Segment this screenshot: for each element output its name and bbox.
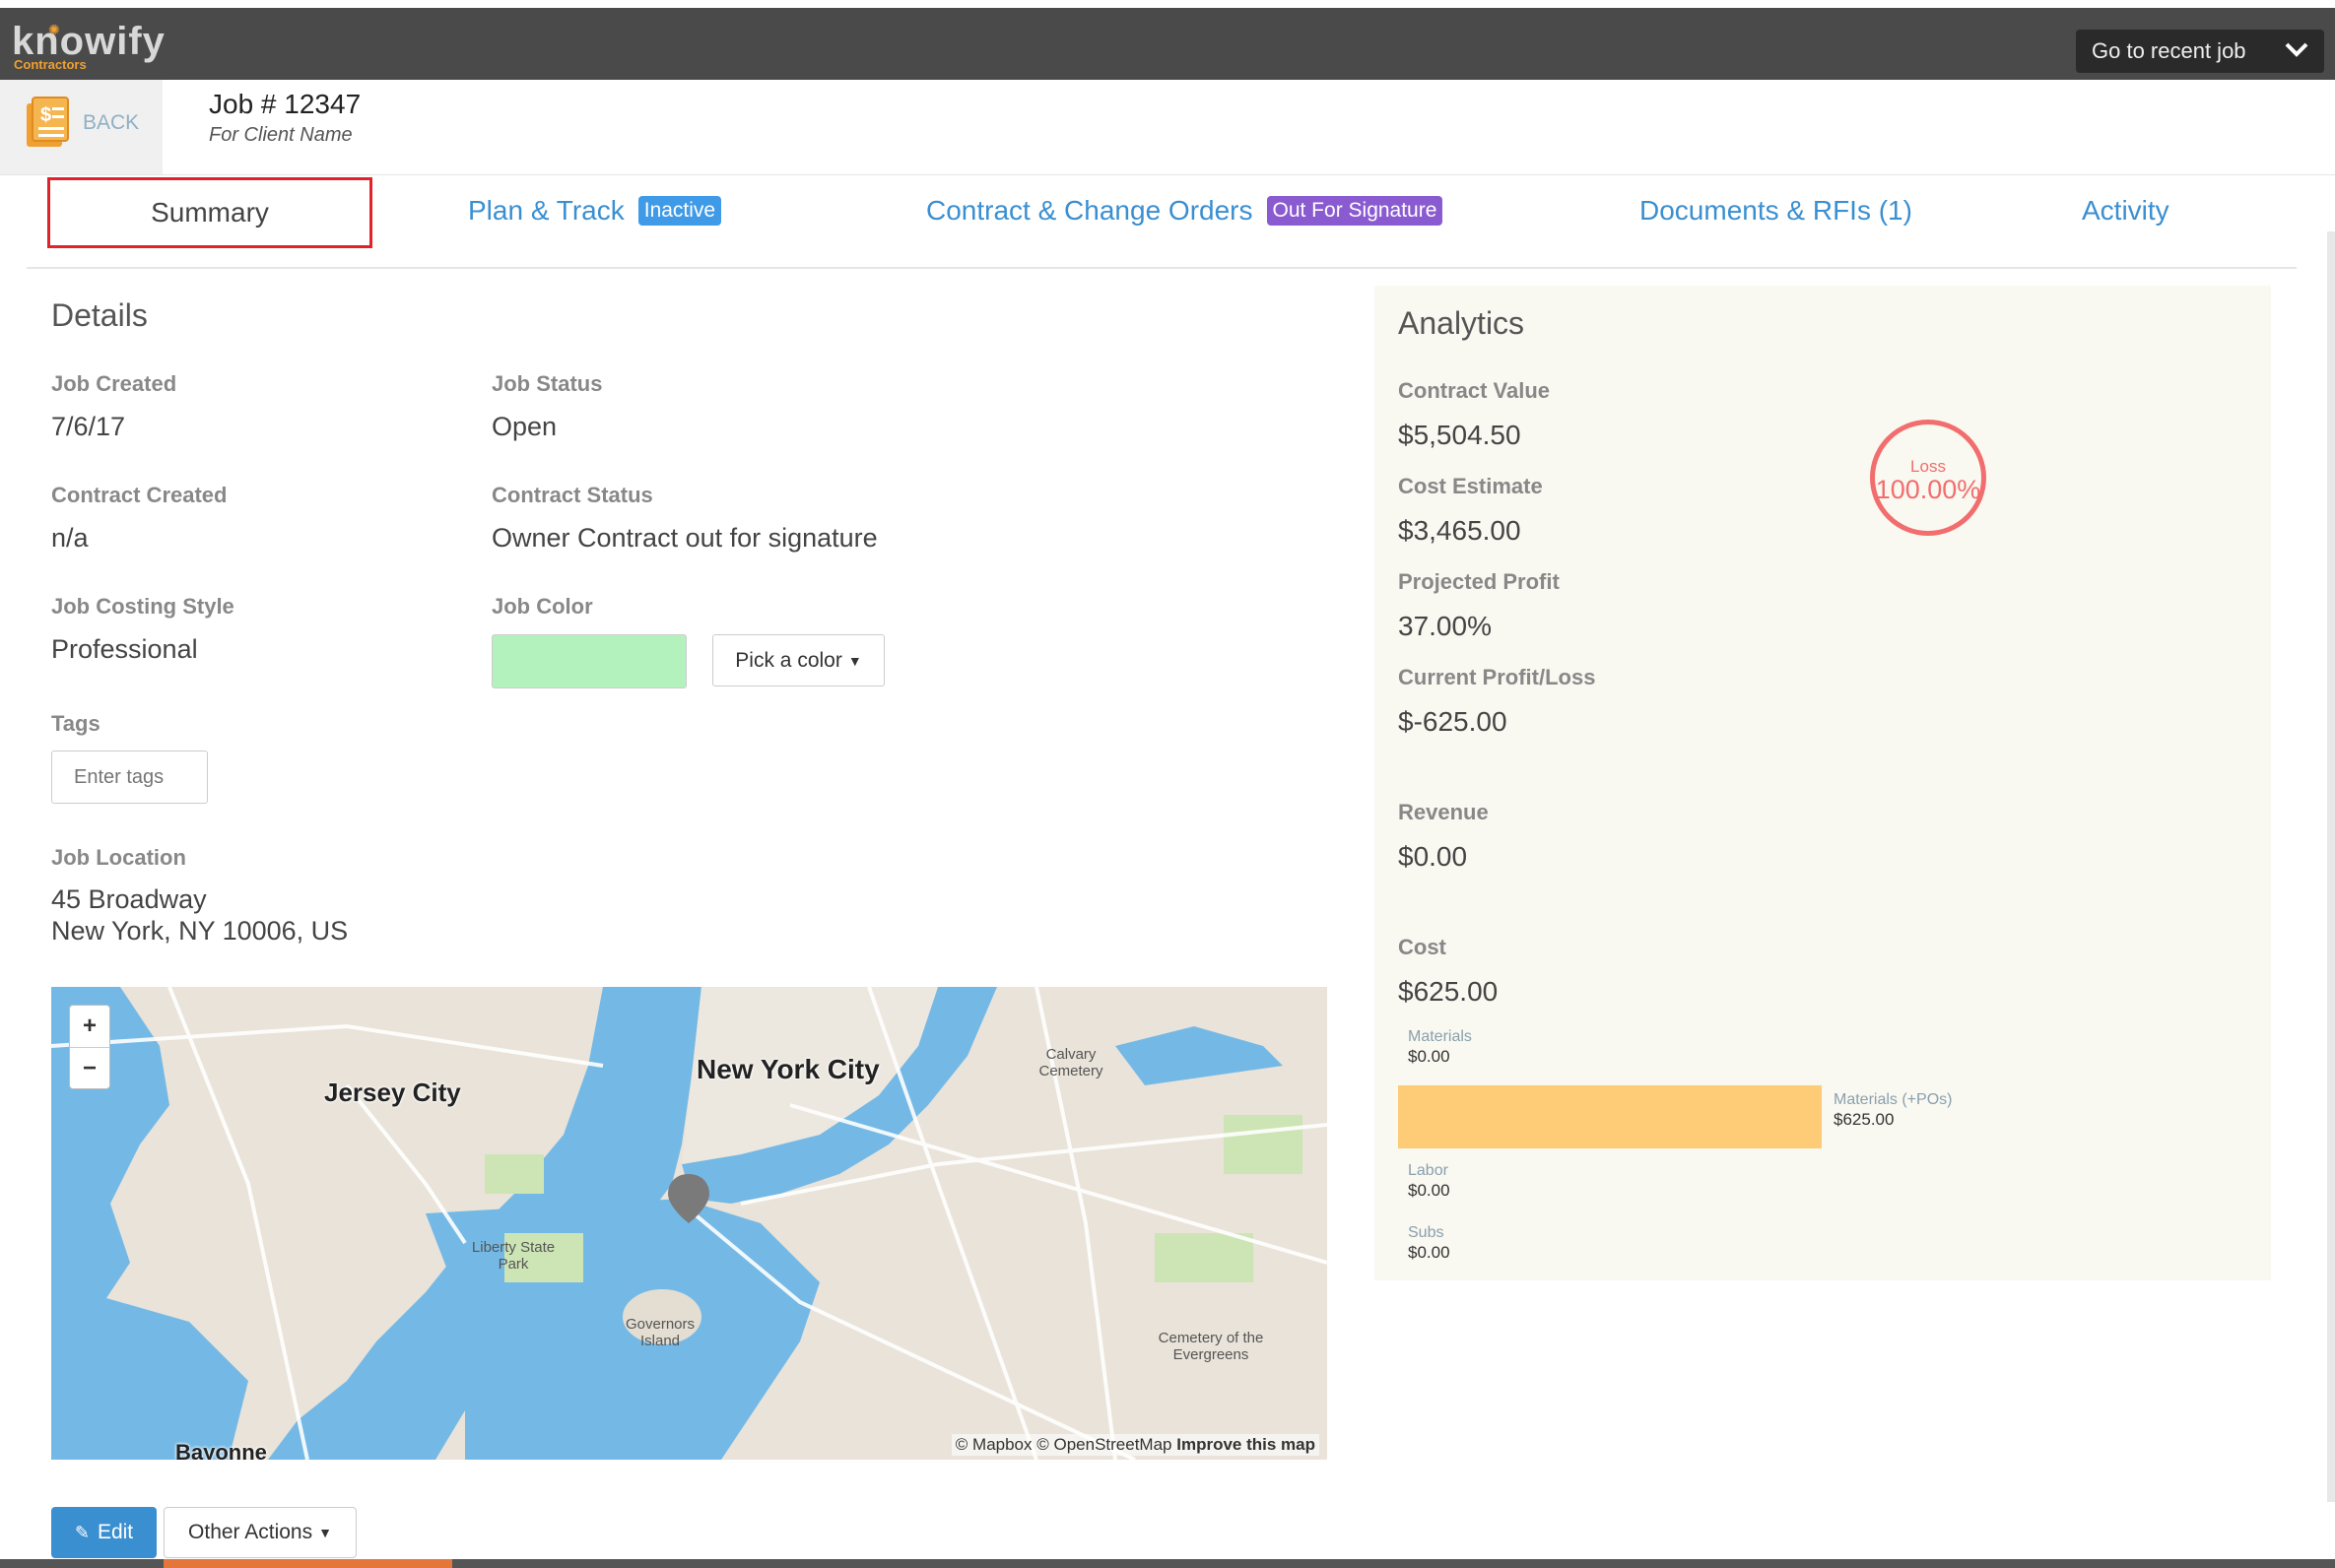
map-zoom-control: + −	[69, 1005, 110, 1089]
map-attribution-text: © Mapbox © OpenStreetMap	[955, 1435, 1172, 1454]
job-color-swatch	[492, 634, 687, 688]
tab-plan-track-label: Plan & Track	[468, 195, 625, 226]
materials-po-value: $625.00	[1834, 1110, 1895, 1129]
invoice-icon: $	[25, 96, 69, 149]
materials-value: $0.00	[1408, 1047, 1450, 1066]
map-attribution: © Mapbox © OpenStreetMap Improve this ma…	[951, 1434, 1319, 1456]
caret-down-icon: ▼	[847, 652, 862, 669]
map-label-jersey: Jersey City	[324, 1078, 461, 1107]
svg-text:$: $	[40, 104, 51, 126]
location-label: Job Location	[51, 845, 186, 870]
tab-documents-label: Documents & RFIs (1)	[1639, 195, 1912, 226]
materials-po-bar	[1398, 1085, 1822, 1148]
contract-value-label: Contract Value	[1398, 378, 1551, 403]
job-number: Job # 12347	[209, 89, 362, 119]
loss-value: 100.00%	[1875, 475, 1981, 504]
tab-summary[interactable]: Summary	[47, 177, 372, 248]
chevron-down-icon	[2283, 35, 2310, 72]
tab-plan-track[interactable]: Plan & Track Inactive	[468, 195, 722, 227]
job-created-value: 7/6/17	[51, 412, 126, 441]
contract-status-value: Owner Contract out for signature	[492, 523, 878, 553]
pencil-icon: ✎	[74, 1522, 90, 1542]
pick-color-label: Pick a color	[735, 648, 842, 672]
recent-job-label: Go to recent job	[2092, 38, 2246, 63]
bottom-accent	[164, 1559, 452, 1568]
scrollbar[interactable]	[2327, 231, 2335, 1502]
details-title: Details	[51, 297, 148, 333]
projected-profit: 37.00%	[1398, 611, 1492, 641]
improve-map-link[interactable]: Improve this map	[1176, 1435, 1315, 1454]
edit-label: Edit	[97, 1521, 134, 1543]
map-label-governors: Governors Island	[625, 1316, 696, 1349]
map-label-evergreens: Cemetery of the Evergreens	[1158, 1330, 1264, 1363]
zoom-in-button[interactable]: +	[70, 1006, 109, 1048]
job-status-value: Open	[492, 412, 558, 441]
edit-button[interactable]: ✎ Edit	[51, 1507, 157, 1558]
contract-created-value: n/a	[51, 523, 89, 553]
revenue-label: Revenue	[1398, 800, 1489, 824]
job-location-map[interactable]: New York City Jersey City Bayonne Libert…	[51, 987, 1327, 1460]
contract-value: $5,504.50	[1398, 420, 1521, 450]
job-status-label: Job Status	[492, 371, 603, 396]
location-line1: 45 Broadway	[51, 884, 207, 914]
cost-estimate-label: Cost Estimate	[1398, 474, 1543, 498]
subs-label: Subs	[1408, 1224, 1444, 1241]
costing-style-value: Professional	[51, 634, 198, 664]
zoom-out-button[interactable]: −	[70, 1048, 109, 1089]
other-actions-label: Other Actions	[188, 1521, 313, 1543]
caret-down-icon: ▼	[318, 1525, 332, 1540]
current-pl: $-625.00	[1398, 706, 1507, 737]
status-badge: Inactive	[637, 196, 722, 226]
cost-label: Cost	[1398, 935, 1446, 959]
map-label-calvary: Calvary Cemetery	[1038, 1046, 1103, 1079]
labor-value: $0.00	[1408, 1181, 1450, 1200]
top-strip	[0, 0, 2335, 8]
map-label-bayonne: Bayonne	[175, 1440, 267, 1460]
location-line2: New York, NY 10006, US	[51, 916, 349, 946]
subs-value: $0.00	[1408, 1243, 1450, 1262]
contract-created-label: Contract Created	[51, 483, 228, 507]
labor-label: Labor	[1408, 1162, 1448, 1179]
costing-style-label: Job Costing Style	[51, 594, 234, 619]
tab-activity[interactable]: Activity	[2082, 195, 2169, 227]
map-label-liberty: Liberty State Park	[471, 1239, 556, 1273]
brand-sub: Contractors	[14, 57, 87, 72]
sun-icon: ✺	[48, 22, 60, 37]
app-bar: knowify ✺ Contractors Go to recent job	[0, 8, 2335, 80]
map-label-nyc: New York City	[697, 1054, 880, 1084]
status-badge: Out For Signature	[1266, 196, 1443, 226]
current-pl-label: Current Profit/Loss	[1398, 665, 1596, 689]
tags-input[interactable]	[51, 751, 208, 804]
tab-summary-label: Summary	[151, 197, 269, 228]
back-button[interactable]: $ BACK	[0, 80, 163, 174]
recent-job-dropdown[interactable]: Go to recent job	[2076, 30, 2324, 73]
tags-label: Tags	[51, 711, 100, 736]
pick-color-button[interactable]: Pick a color ▼	[712, 634, 885, 686]
map-tiles	[51, 987, 1327, 1460]
analytics-title: Analytics	[1398, 305, 1525, 341]
cost: $625.00	[1398, 976, 1499, 1007]
contract-status-label: Contract Status	[492, 483, 653, 507]
other-actions-button[interactable]: Other Actions ▼	[164, 1507, 357, 1558]
tab-documents[interactable]: Documents & RFIs (1)	[1639, 195, 1912, 227]
loss-label: Loss	[1910, 457, 1946, 476]
tab-activity-label: Activity	[2082, 195, 2169, 226]
client-name: For Client Name	[209, 124, 353, 146]
tab-contract[interactable]: Contract & Change Orders Out For Signatur…	[926, 195, 1443, 227]
job-created-label: Job Created	[51, 371, 177, 396]
back-label: BACK	[83, 111, 140, 134]
job-color-label: Job Color	[492, 594, 593, 619]
revenue: $0.00	[1398, 841, 1468, 872]
tab-contract-label: Contract & Change Orders	[926, 195, 1253, 226]
materials-label: Materials	[1408, 1028, 1472, 1045]
cost-estimate: $3,465.00	[1398, 515, 1521, 546]
projected-profit-label: Projected Profit	[1398, 569, 1560, 594]
materials-po-label: Materials (+POs)	[1834, 1091, 1953, 1108]
